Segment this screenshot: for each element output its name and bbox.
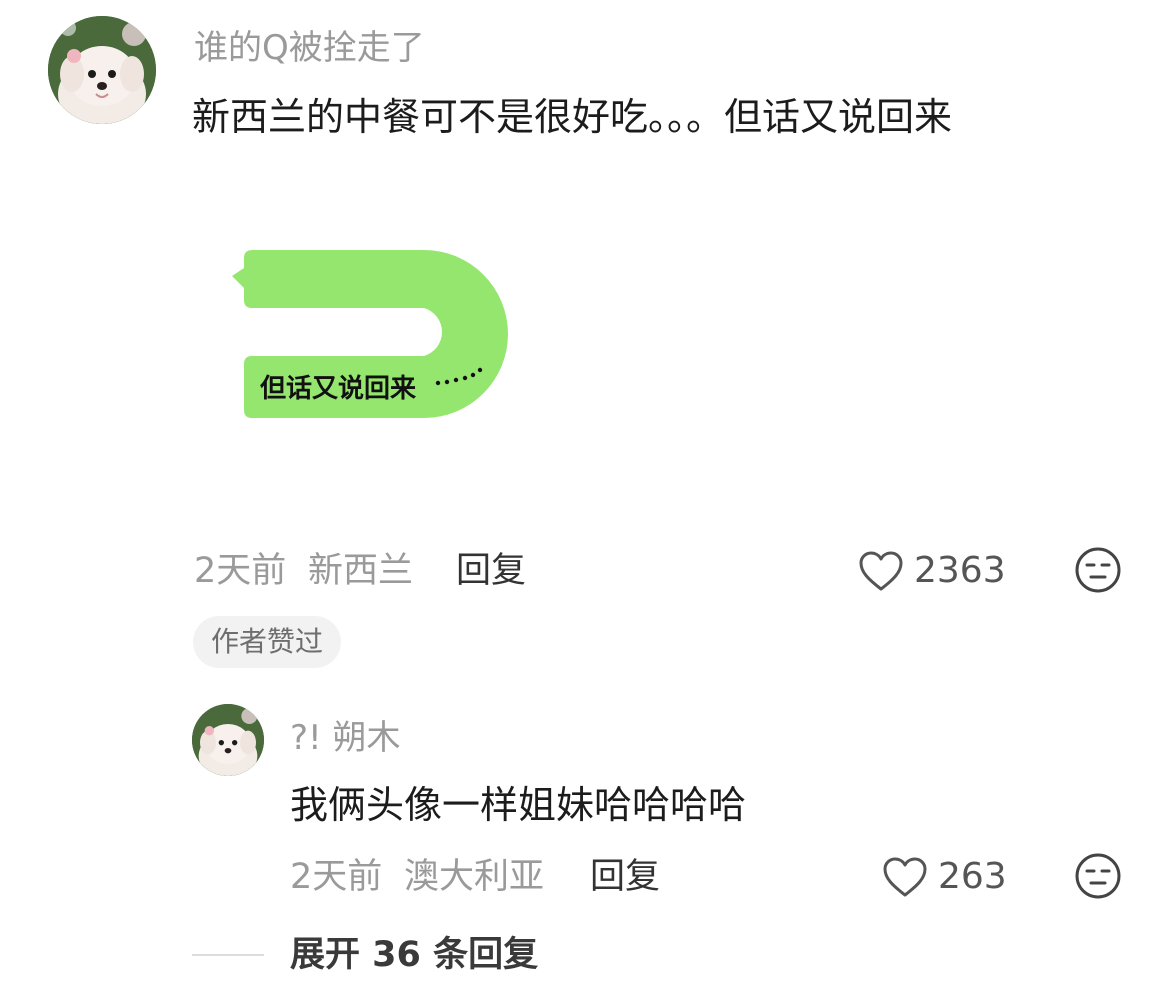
meh-face-icon [1075,853,1121,899]
comment-text: 新西兰的中餐可不是很好吃。。。但话又说回来 [192,95,953,139]
heart-outline-icon [883,857,927,897]
reply-like-count: 263 [938,856,1007,897]
heart-outline-icon [859,551,903,591]
reply-text: 我俩头像一样姐妹哈哈哈哈 [290,783,747,827]
dog-avatar-icon [48,16,156,124]
expand-divider [192,954,264,956]
author-liked-badge: 作者赞过 [193,616,342,668]
comment-reply-button[interactable]: 回复 [456,550,526,592]
comment-username[interactable]: 谁的Q被拴走了 [194,28,425,68]
reply-avatar[interactable] [192,704,264,776]
comment-like-button[interactable]: 2363 [858,550,1006,592]
reply-username[interactable]: ?! 朔木 [290,718,400,758]
comment-dislike-button[interactable] [1074,546,1122,594]
dog-avatar-icon [192,704,264,776]
comment-avatar[interactable] [48,16,156,124]
expand-replies-button[interactable]: 展开 36 条回复 [290,934,538,976]
sticker-text: 但话又说回来 [260,374,417,404]
comment-location: 新西兰 [308,551,414,591]
comment-like-count: 2363 [914,550,1006,591]
reply-like-button[interactable]: 263 [882,856,1007,898]
meh-face-icon [1075,547,1121,593]
reply-time: 2天前 [290,857,383,897]
reply-reply-button[interactable]: 回复 [590,856,660,898]
sticker-image[interactable]: 但话又说回来 [228,246,524,426]
comment-time: 2天前 [194,551,287,591]
reply-dislike-button[interactable] [1074,852,1122,900]
reply-location: 澳大利亚 [404,857,545,897]
